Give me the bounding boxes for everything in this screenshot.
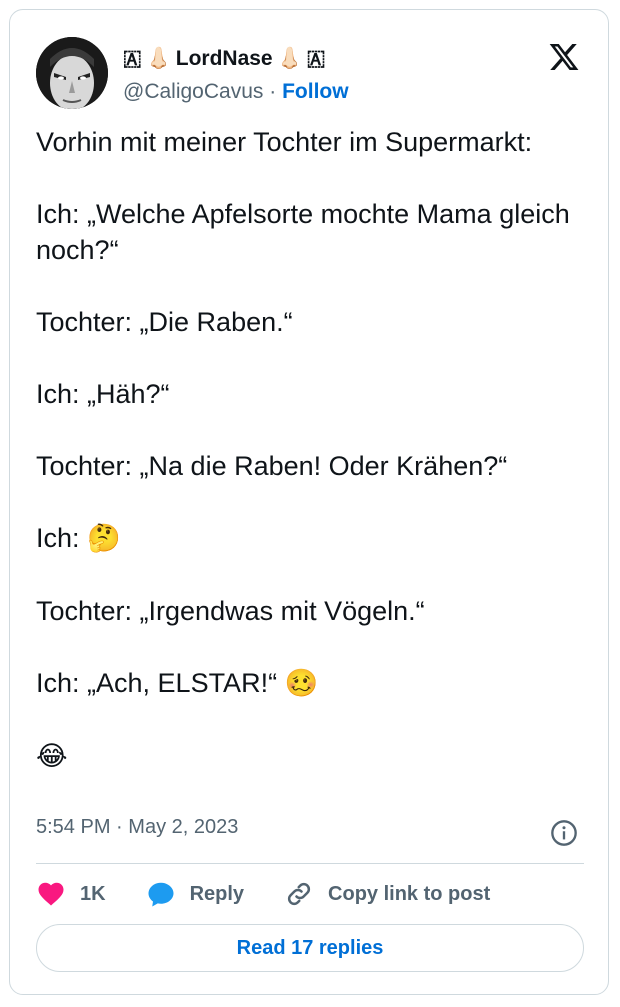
tweet-text: Vorhin mit meiner Tochter im Supermarkt:… xyxy=(36,124,581,775)
reply-bubble-icon xyxy=(148,882,174,907)
copy-link-button[interactable]: Copy link to post xyxy=(284,879,490,909)
info-icon[interactable] xyxy=(550,819,578,847)
tweet-time: 5:54 PM xyxy=(36,816,111,838)
tweet-paragraph-row: 😂 xyxy=(36,738,581,775)
display-name: LordNase xyxy=(175,46,273,70)
tweet-paragraph-row: Ich: „Ach, ELSTAR!“ 🥴 xyxy=(36,665,581,702)
author-handle[interactable]: @CaligoCavus xyxy=(123,80,263,103)
follow-button[interactable]: Follow xyxy=(282,80,349,103)
heart-icon xyxy=(38,882,64,906)
nose-icon: 👃🏻 xyxy=(276,46,303,70)
tweet-paragraph: Ich: „Ach, ELSTAR!“ xyxy=(36,668,278,698)
author-handle-row: @CaligoCavus · Follow xyxy=(123,80,349,104)
tweet-paragraph: Tochter: „Na die Raben! Oder Krähen?“ xyxy=(36,451,508,481)
thinking-face-icon: 🤔 xyxy=(87,523,121,554)
woozy-face-icon: 🥴 xyxy=(284,668,319,699)
tweet-paragraph-row: Ich: 🤔 xyxy=(36,520,581,557)
tweet-paragraph: Ich: „Welche Apfelsorte mochte Mama glei… xyxy=(36,199,570,265)
tweet-date: May 2, 2023 xyxy=(128,816,239,838)
nose-icon: 👃🏻 xyxy=(145,46,172,70)
tweet-paragraph: Vorhin mit meiner Tochter im Supermarkt: xyxy=(36,127,533,157)
link-icon xyxy=(287,882,311,906)
reply-button[interactable]: Reply xyxy=(146,879,244,909)
action-bar: 1K Reply Copy link to post xyxy=(36,878,530,910)
like-count: 1K xyxy=(80,882,106,905)
reply-label: Reply xyxy=(189,882,245,905)
tweet-paragraph: Tochter: „Die Raben.“ xyxy=(36,307,293,337)
copy-link-label: Copy link to post xyxy=(328,882,491,905)
author-name[interactable]: 🇦 👃🏻 LordNase 👃🏻 🇦 xyxy=(123,46,325,71)
divider xyxy=(36,863,584,864)
read-replies-button[interactable]: Read 17 replies xyxy=(36,924,584,972)
laughing-tears-icon: 😂 xyxy=(36,741,68,772)
tweet-paragraph: Tochter: „Irgendwas mit Vögeln.“ xyxy=(36,596,425,626)
tweet-paragraph: Ich: „Häh?“ xyxy=(36,379,170,409)
separator: · xyxy=(116,816,123,838)
avatar[interactable] xyxy=(36,37,108,109)
tweet-timestamp[interactable]: 5:54 PM · May 2, 2023 xyxy=(36,816,238,839)
separator: · xyxy=(269,80,277,103)
flag-icon: 🇦 xyxy=(306,46,326,70)
tweet-card: 🇦 👃🏻 LordNase 👃🏻 🇦 @CaligoCavus · Follow… xyxy=(9,9,609,995)
x-logo-icon[interactable] xyxy=(548,41,580,73)
tweet-paragraph: Ich: xyxy=(36,523,80,553)
like-button[interactable]: 1K xyxy=(36,879,106,909)
avatar-image xyxy=(36,37,108,109)
flag-icon: 🇦 xyxy=(123,46,142,70)
